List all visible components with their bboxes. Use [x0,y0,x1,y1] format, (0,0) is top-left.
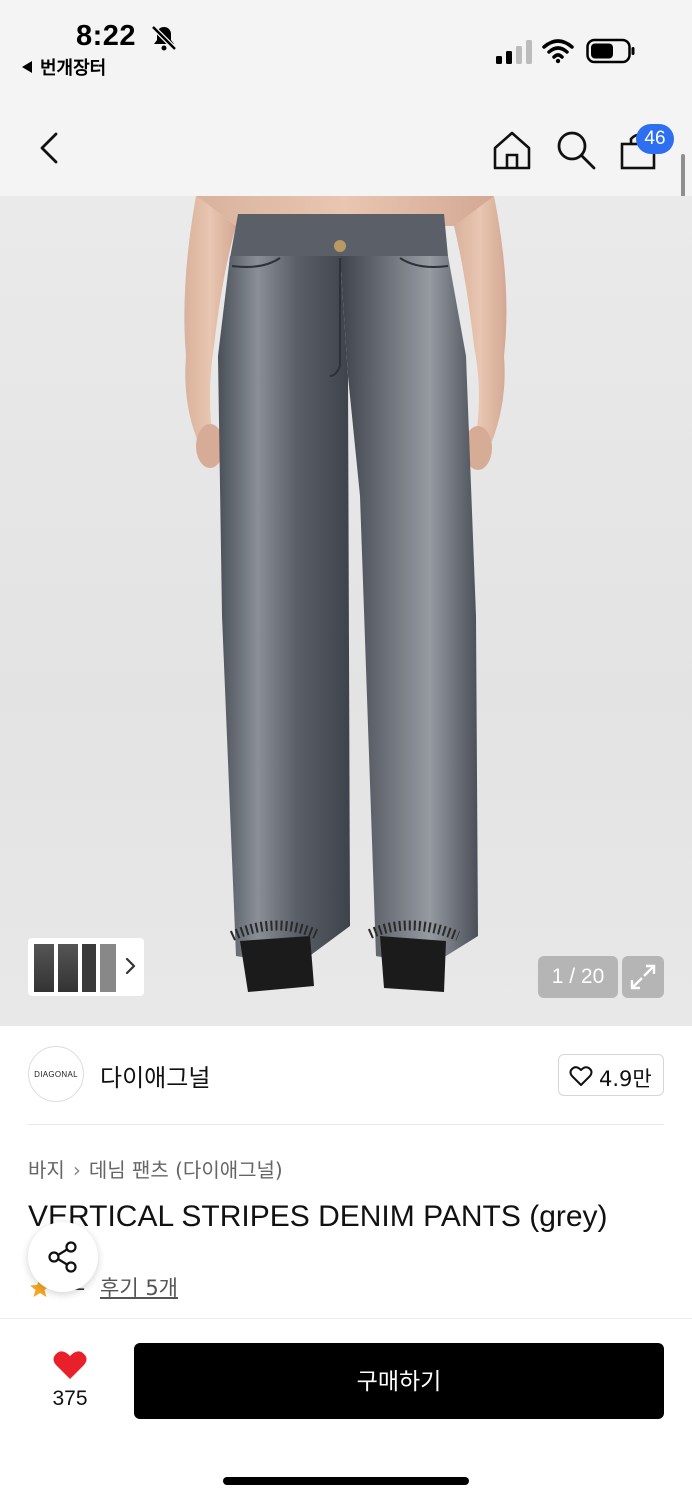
breadcrumb-item-category[interactable]: 바지 [28,1158,65,1182]
thumbnail-image[interactable] [82,944,96,992]
share-icon [48,1241,77,1273]
brand-like-button[interactable]: 4.9만 [558,1054,664,1096]
expand-icon [630,964,656,990]
battery-icon [586,38,635,64]
divider [28,1124,664,1125]
thumbnail-image[interactable] [100,944,116,992]
back-app-label: 번개장터 [40,58,107,79]
expand-button[interactable] [622,956,664,998]
cart-count-badge: 46 [636,124,674,154]
wish-count: 375 [52,1387,88,1410]
thumbnail-image[interactable] [34,944,54,992]
share-button[interactable] [28,1222,98,1292]
review-count-link[interactable]: 후기 5개 [100,1272,178,1302]
status-time: 8:22 [76,20,137,52]
chevron-right-icon: › [72,1158,81,1182]
buy-button[interactable]: 구매하기 [134,1343,664,1419]
heart-filled-icon[interactable] [52,1349,88,1381]
brand-like-count: 4.9만 [599,1067,652,1091]
brand-name[interactable]: 다이애그널 [100,1058,210,1093]
image-counter: 1 / 20 [538,956,618,998]
back-to-app-link[interactable]: 번개장터 [22,54,106,80]
thumbnail-image[interactable] [58,944,78,992]
search-icon[interactable] [554,128,598,172]
bell-slash-icon [151,25,177,51]
brand-logo[interactable]: DIAGONAL [28,1046,84,1102]
status-bar: 8:22 번개장터 [0,0,692,96]
breadcrumb: 바지 › 데님 팬츠 (다이애그널) [28,1154,283,1183]
home-icon[interactable] [490,128,534,172]
wifi-icon [542,39,574,64]
chevron-left-icon[interactable] [30,128,70,168]
back-triangle-icon [22,61,32,73]
home-indicator [223,1477,469,1485]
product-image-gallery[interactable]: 1 / 20 [0,196,692,1026]
cellular-signal-icon [496,40,532,64]
bottom-action-bar: 375 구매하기 [0,1318,692,1500]
breadcrumb-item-subcategory[interactable]: 데님 팬츠 (다이애그널) [89,1158,283,1182]
product-title: VERTICAL STRIPES DENIM PANTS (grey) [28,1200,608,1233]
top-nav-bar [0,96,692,196]
chevron-right-icon[interactable] [122,954,138,978]
heart-outline-icon [569,1066,593,1086]
product-photo [184,196,507,992]
thumbnail-strip[interactable] [28,938,144,996]
